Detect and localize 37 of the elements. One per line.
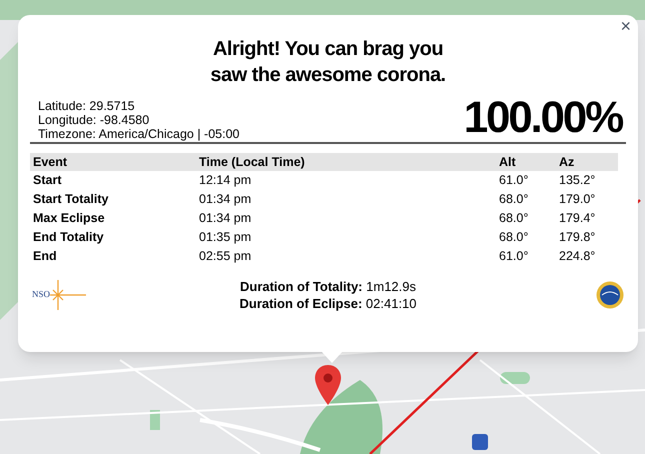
map-pin-icon[interactable] (314, 364, 342, 406)
time-cell-text: 02:55 pm (199, 248, 252, 266)
location-info: Longitude: -98.4580 (38, 113, 150, 127)
azimuth-cell-text: 179.0° (559, 191, 596, 208)
star-burst-icon (50, 280, 86, 310)
duration-text: Duration of Totality: 1m12.9s (240, 278, 416, 295)
column-header: Time (Local Time) (199, 153, 499, 171)
popup-title: Alright! You can brag you (212, 37, 444, 62)
event-cell-text: Max Eclipse (32, 210, 106, 228)
altitude-cell-text: 68.0° (499, 229, 530, 246)
nso-logo-text: NSO (32, 288, 50, 302)
time-cell-text: 01:34 pm (199, 210, 252, 228)
event-cell-text: End Totality (32, 229, 105, 246)
altitude-cell-text: 68.0° (499, 210, 530, 228)
azimuth-cell-text: 179.4° (559, 210, 596, 228)
close-button[interactable]: × (616, 17, 635, 35)
popup-title: saw the awesome corona. (210, 63, 446, 88)
event-cell-text: Start Totality (32, 191, 110, 208)
column-header: Az (559, 153, 618, 171)
event-cell-text: End (32, 248, 58, 266)
location-info: Latitude: 29.5715 (38, 99, 136, 113)
altitude-cell-text: 61.0° (499, 248, 530, 266)
coverage-percent: 100.00% (464, 96, 624, 142)
altitude-cell: 61.0° (499, 171, 559, 190)
event-cell: Start (30, 171, 199, 190)
globe-seal-icon (596, 281, 624, 309)
column-header: Alt (499, 153, 559, 171)
altitude-cell-text: 68.0° (499, 191, 530, 208)
time-cell-text: 01:35 pm (199, 229, 252, 246)
azimuth-cell-text: 179.8° (559, 229, 596, 246)
location-info: Timezone: America/Chicago | -05:00 (38, 127, 240, 141)
time-cell: 12:14 pm (199, 171, 499, 190)
azimuth-cell-text: 224.8° (559, 248, 596, 266)
column-header: Event (30, 153, 199, 171)
time-cell-text: 01:34 pm (199, 191, 252, 208)
duration-text: Duration of Eclipse: 02:41:10 (239, 295, 417, 312)
azimuth-cell: 135.2° (559, 171, 618, 190)
